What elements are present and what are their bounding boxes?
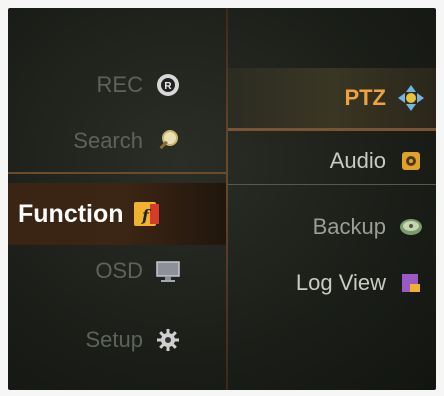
menu-item-label: Function (18, 199, 124, 228)
menu-item-label: OSD (95, 258, 143, 283)
search-icon (153, 126, 183, 156)
submenu-item-label: Audio (329, 148, 386, 173)
disc-icon (396, 212, 426, 242)
menu-item-osd[interactable]: OSD (8, 254, 183, 288)
menu-item-label: Setup (85, 327, 144, 352)
submenu-item-audio[interactable]: Audio (228, 144, 436, 178)
menu-item-search[interactable]: Search (8, 124, 183, 158)
menu-item-setup[interactable]: Setup (8, 323, 183, 357)
submenu-item-log-view[interactable]: Log View (228, 266, 436, 300)
divider (228, 184, 436, 185)
submenu-item-backup[interactable]: Backup (228, 210, 436, 244)
rec-icon: R (153, 70, 183, 100)
dvr-menu-panel: REC R Search Function f OSD Setup PTZ Au… (8, 8, 436, 390)
menu-item-label: Search (73, 128, 143, 153)
submenu-item-label: Log View (295, 270, 386, 295)
svg-text:R: R (164, 81, 172, 92)
submenu-item-ptz[interactable]: PTZ (228, 68, 436, 128)
menu-item-label: REC (96, 72, 143, 97)
log-icon (396, 268, 426, 298)
divider (228, 128, 436, 131)
main-menu: REC R Search Function f OSD Setup (8, 8, 226, 390)
submenu: PTZ Audio Backup Log View (228, 8, 436, 390)
menu-item-rec[interactable]: REC R (8, 68, 183, 102)
menu-item-function[interactable]: Function f (8, 183, 226, 245)
screenshot-frame: REC R Search Function f OSD Setup PTZ Au… (0, 0, 444, 396)
gear-icon (153, 325, 183, 355)
monitor-icon (153, 256, 183, 286)
divider (8, 172, 226, 174)
ptz-arrows-icon (396, 83, 426, 113)
submenu-item-label: PTZ (344, 85, 386, 110)
submenu-item-label: Backup (312, 214, 386, 239)
speaker-icon (396, 146, 426, 176)
function-icon: f (132, 199, 162, 229)
